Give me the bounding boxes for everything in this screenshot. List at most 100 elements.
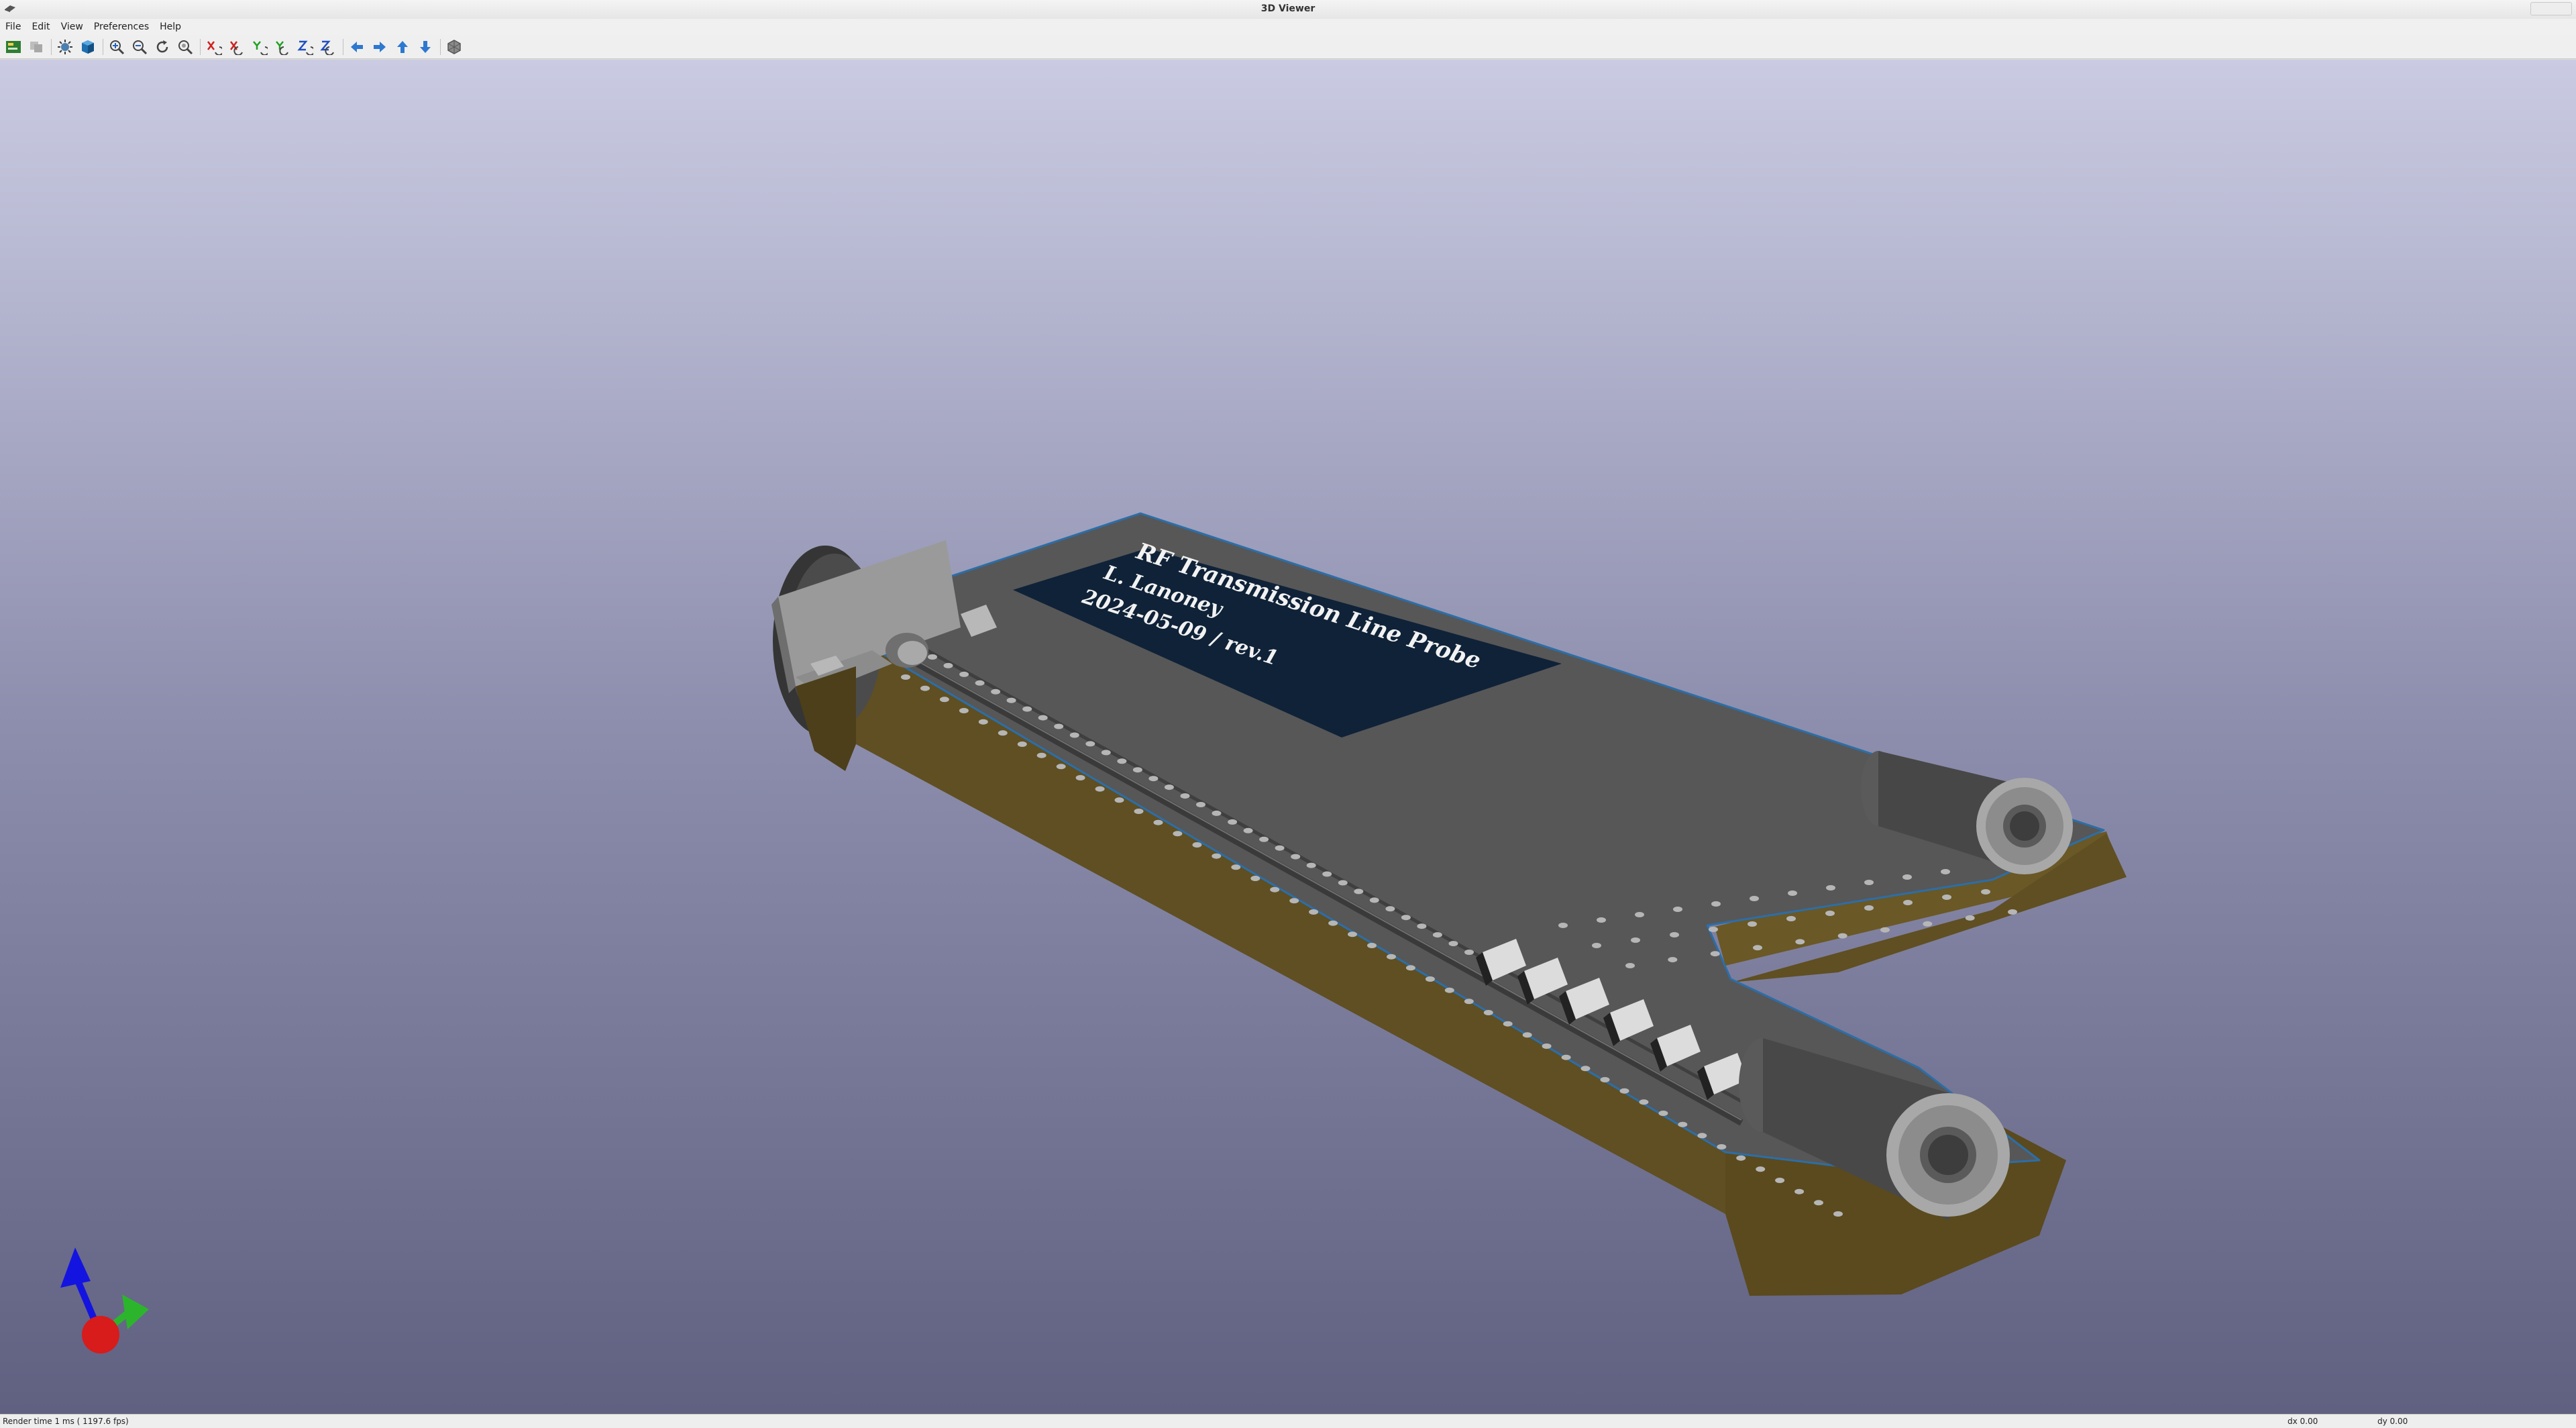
via bbox=[1387, 954, 1396, 960]
via bbox=[1348, 931, 1357, 937]
menu-help[interactable]: Help bbox=[154, 19, 186, 35]
menu-view[interactable]: View bbox=[56, 19, 89, 35]
via bbox=[901, 674, 910, 680]
via bbox=[1600, 1077, 1610, 1082]
pan-right-button[interactable] bbox=[370, 38, 389, 56]
via bbox=[1309, 909, 1319, 915]
via bbox=[1212, 853, 1222, 859]
via bbox=[1250, 876, 1260, 881]
pan-left-button[interactable] bbox=[347, 38, 366, 56]
via bbox=[1114, 797, 1124, 803]
copy-image-button[interactable] bbox=[27, 38, 46, 56]
zoom-out-icon bbox=[133, 40, 148, 54]
via bbox=[1814, 1200, 1823, 1206]
via bbox=[1903, 900, 1913, 905]
menu-edit[interactable]: Edit bbox=[26, 19, 55, 35]
via bbox=[1941, 869, 1950, 874]
rotate-z-ccw-button[interactable] bbox=[319, 38, 337, 56]
dy-readout: dy 0.00 bbox=[2377, 1417, 2408, 1426]
via bbox=[959, 708, 969, 713]
zoom-fit-icon bbox=[178, 40, 193, 54]
orthographic-button[interactable] bbox=[445, 38, 464, 56]
via bbox=[1825, 911, 1835, 916]
rotate-y-cw-button[interactable] bbox=[250, 38, 269, 56]
via bbox=[1425, 976, 1435, 982]
reload-board-button[interactable] bbox=[4, 38, 23, 56]
via bbox=[1322, 871, 1332, 877]
via bbox=[1631, 937, 1640, 943]
board-scene: RF Transmission Line Probe L. Lanoney 20… bbox=[60, 512, 2127, 1354]
via bbox=[1542, 1043, 1552, 1049]
window-controls[interactable] bbox=[2530, 2, 2572, 15]
dx-readout: dx 0.00 bbox=[2288, 1417, 2318, 1426]
rotate-z-cw-button[interactable] bbox=[296, 38, 315, 56]
via bbox=[1275, 845, 1285, 851]
via bbox=[1369, 897, 1379, 903]
via bbox=[1289, 898, 1299, 904]
pan-down-icon bbox=[420, 40, 431, 53]
via bbox=[1134, 809, 1144, 814]
via bbox=[1212, 810, 1222, 816]
via bbox=[1385, 906, 1395, 912]
via bbox=[1503, 1021, 1513, 1027]
rotate-y-ccw-button[interactable] bbox=[273, 38, 292, 56]
toolbar-separator bbox=[51, 38, 52, 55]
window-title: 3D Viewer bbox=[1260, 3, 1316, 14]
menu-file[interactable]: File bbox=[0, 19, 26, 35]
via bbox=[978, 719, 988, 725]
3d-viewport[interactable]: RF Transmission Line Probe L. Lanoney 20… bbox=[0, 60, 2576, 1414]
via bbox=[1095, 786, 1105, 792]
redraw-icon bbox=[156, 40, 168, 52]
via bbox=[1717, 1144, 1727, 1150]
axis-gizmo bbox=[60, 1247, 149, 1354]
via bbox=[1401, 915, 1411, 921]
via bbox=[1164, 784, 1174, 790]
via bbox=[1668, 957, 1678, 963]
via bbox=[1795, 939, 1805, 945]
via bbox=[1639, 1099, 1649, 1105]
via bbox=[1786, 916, 1796, 921]
rotate-z-ccw-icon bbox=[320, 40, 334, 55]
via bbox=[1670, 932, 1679, 937]
rotate-z-cw-icon bbox=[297, 40, 313, 55]
zoom-out-button[interactable] bbox=[130, 38, 149, 56]
via bbox=[1101, 750, 1111, 756]
via bbox=[1965, 915, 1975, 921]
via bbox=[1228, 819, 1238, 825]
via bbox=[1697, 1133, 1707, 1139]
via bbox=[1054, 723, 1064, 729]
via bbox=[1750, 896, 1759, 901]
rotate-x-ccw-button[interactable] bbox=[227, 38, 246, 56]
via bbox=[1270, 886, 1280, 892]
pan-left-icon bbox=[351, 41, 363, 52]
orthographic-icon bbox=[447, 39, 461, 54]
raytracing-button[interactable] bbox=[56, 38, 74, 56]
via bbox=[1231, 864, 1241, 870]
pan-down-button[interactable] bbox=[416, 38, 435, 56]
zoom-fit-button[interactable] bbox=[176, 38, 195, 56]
via bbox=[1448, 941, 1458, 947]
rotate-x-cw-button[interactable] bbox=[205, 38, 223, 56]
toolbar-separator bbox=[200, 38, 201, 55]
via bbox=[1464, 950, 1474, 955]
via bbox=[1864, 905, 1874, 911]
menu-preferences[interactable]: Preferences bbox=[89, 19, 154, 35]
via bbox=[1180, 793, 1190, 799]
via bbox=[1558, 923, 1568, 928]
via bbox=[1464, 999, 1474, 1005]
pan-right-icon bbox=[374, 41, 386, 52]
via bbox=[1902, 874, 1912, 880]
redraw-button[interactable] bbox=[153, 38, 172, 56]
via bbox=[1597, 917, 1606, 923]
render-mode-button[interactable] bbox=[78, 38, 97, 56]
via bbox=[1367, 943, 1377, 948]
z-axis-arrow bbox=[60, 1247, 91, 1288]
via bbox=[1483, 1010, 1493, 1015]
via bbox=[943, 662, 953, 668]
via bbox=[1085, 741, 1095, 747]
x-axis-dot bbox=[82, 1316, 119, 1354]
pan-up-button[interactable] bbox=[393, 38, 412, 56]
zoom-in-button[interactable] bbox=[107, 38, 126, 56]
menu-bar: File Edit View Preferences Help bbox=[0, 19, 2576, 35]
via bbox=[1756, 1166, 1766, 1172]
